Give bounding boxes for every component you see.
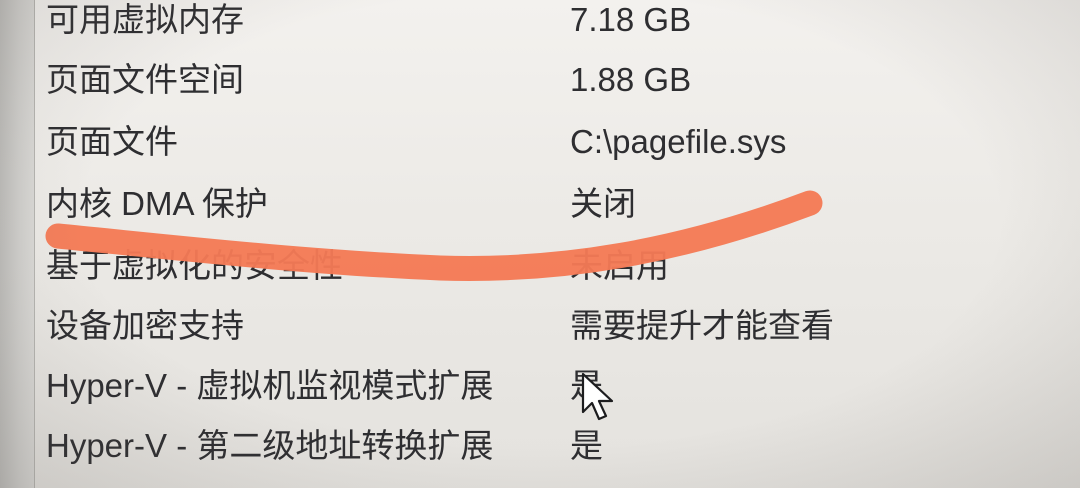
table-row: 基于虚拟化的安全性 未启用 — [46, 246, 1066, 306]
row-label: 内核 DMA 保护 — [46, 185, 268, 222]
row-value: 未启用 — [570, 247, 669, 284]
row-value: 1.88 GB — [570, 61, 692, 98]
row-value: 关闭 — [570, 185, 636, 222]
table-row: 页面文件 C:\pagefile.sys — [46, 122, 1066, 182]
table-row: Hyper-V - 第二级地址转换扩展 是 — [46, 426, 1066, 486]
mouse-pointer-icon — [581, 372, 614, 421]
row-value: 需要提升才能查看 — [570, 307, 834, 344]
row-label: 基于虚拟化的安全性 — [46, 247, 343, 284]
row-label: Hyper-V - 第二级地址转换扩展 — [46, 427, 494, 464]
table-row: 内核 DMA 保护 关闭 — [46, 184, 1066, 244]
row-label: 页面文件 — [46, 123, 178, 160]
table-row: 可用虚拟内存 7.18 GB — [46, 0, 1066, 60]
table-row: 页面文件空间 1.88 GB — [46, 60, 1066, 120]
row-label: 设备加密支持 — [46, 307, 244, 344]
table-row: Hyper-V - 虚拟机监视模式扩展 是 — [46, 366, 1066, 426]
system-summary-table: 可用虚拟内存 7.18 GB 页面文件空间 1.88 GB 页面文件 C:\pa… — [46, 0, 1066, 488]
row-value: C:\pagefile.sys — [570, 123, 787, 160]
row-value: 是 — [570, 427, 603, 464]
row-value: 7.18 GB — [570, 1, 692, 38]
row-label: 可用虚拟内存 — [46, 1, 244, 38]
row-label: Hyper-V - 虚拟机监视模式扩展 — [46, 367, 494, 404]
table-row: 设备加密支持 需要提升才能查看 — [46, 306, 1066, 366]
window-left-border — [0, 0, 35, 488]
row-label: 页面文件空间 — [46, 61, 244, 98]
